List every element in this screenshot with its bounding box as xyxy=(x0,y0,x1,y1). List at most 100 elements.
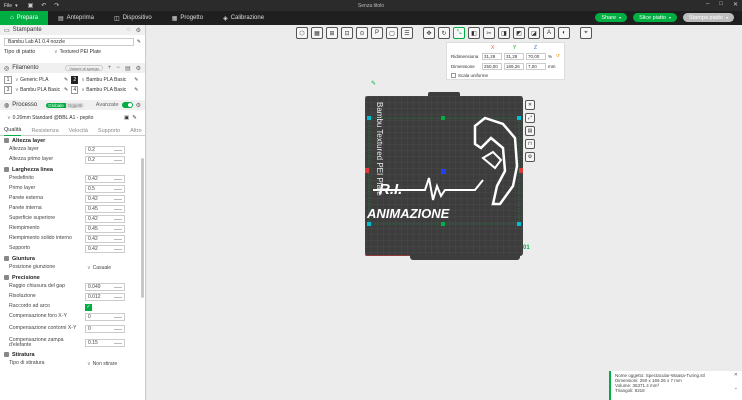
slice-button[interactable]: Slice piatto ▾ xyxy=(633,13,678,22)
printer-select[interactable]: Bambu Lab A1 0.4 nozzle xyxy=(4,38,134,46)
settings-icon[interactable]: ⚙ xyxy=(136,65,141,72)
arrange-icon[interactable]: ⊡ xyxy=(341,27,353,39)
setting-input[interactable]: 0 xyxy=(85,313,125,321)
lay-on-face-icon[interactable]: ◧ xyxy=(468,27,480,39)
save-preset-icon[interactable]: ▣ xyxy=(124,115,129,121)
mesh-boolean-icon[interactable]: ◨ xyxy=(498,27,510,39)
plate-settings-icon[interactable]: ⚙ xyxy=(525,152,535,162)
seam-position-select[interactable]: ∨ Casuale xyxy=(85,264,125,272)
filament-preset[interactable]: ∨ Bambu PLA Basic xyxy=(81,77,131,83)
object-info-panel: Nome oggetto: Spectacular-Waasa-Turing.s… xyxy=(609,371,742,400)
setting-input[interactable]: 0.15 xyxy=(85,339,125,347)
setting-input[interactable]: 0.45 xyxy=(85,225,125,233)
setting-input[interactable]: 0.42 xyxy=(85,245,125,253)
chevron-down-icon[interactable]: ⌄ xyxy=(734,386,738,391)
measure-icon[interactable]: ⌖ xyxy=(580,27,592,39)
setting-input[interactable]: 0.2 xyxy=(85,146,125,154)
uniform-scale-checkbox[interactable] xyxy=(451,73,456,78)
advanced-toggle[interactable] xyxy=(121,102,133,108)
filament-preset[interactable]: ∨ Bambu PLA Basic xyxy=(81,87,131,93)
purge-volumes-button[interactable]: Volumi di spurgo xyxy=(65,65,103,71)
edit-icon[interactable]: ✎ xyxy=(137,39,141,45)
dim-z-input[interactable]: 7,00 xyxy=(526,63,546,70)
remove-icon[interactable]: − xyxy=(116,65,120,71)
edit-icon[interactable]: ✎ xyxy=(64,87,68,93)
arrange-plate-icon[interactable]: ▤ xyxy=(525,126,535,136)
seam-paint-icon[interactable]: ◪ xyxy=(528,27,540,39)
scale-icon[interactable]: ⤡ xyxy=(453,27,465,39)
dim-y-input[interactable]: 169,26 xyxy=(504,63,524,70)
setting-input[interactable]: 0.42 xyxy=(85,175,125,183)
setting-input[interactable]: 0.5 xyxy=(85,185,125,193)
filament-name[interactable]: ∨ Generic PLA xyxy=(15,77,61,83)
tab-anteprima[interactable]: ▤ Anteprima xyxy=(48,11,104,25)
minimize-icon[interactable]: – xyxy=(706,1,709,8)
filament-name[interactable]: ∨ Bambu PLA Basic xyxy=(15,87,61,93)
ironing-type-select[interactable]: ∨ Non stirare xyxy=(85,360,125,368)
edit-icon[interactable]: ✎ xyxy=(132,115,137,121)
setting-input[interactable]: 0.42 xyxy=(85,235,125,243)
tab-calibrazione[interactable]: ◈ Calibrazione xyxy=(213,11,274,25)
setting-input[interactable]: 0.2 xyxy=(85,156,125,164)
tab-velocita[interactable]: Velocità xyxy=(69,126,88,136)
add-icon[interactable]: + xyxy=(108,65,112,71)
setting-input[interactable]: 0.42 xyxy=(85,195,125,203)
filament-swatch[interactable]: 2 xyxy=(71,76,79,84)
wifi-icon[interactable]: ◌ xyxy=(127,27,131,34)
process-preset-select[interactable]: ∨ 0.20mm Standard @BBL A1 - pepito xyxy=(4,114,121,122)
objects-toggle[interactable]: Oggetti xyxy=(65,102,85,108)
maximize-icon[interactable]: □ xyxy=(719,1,723,8)
print-button[interactable]: Stampa piatto ▾ xyxy=(683,13,734,22)
text-icon[interactable]: A xyxy=(543,27,555,39)
global-toggle[interactable]: Globale xyxy=(46,102,66,108)
move-icon[interactable]: ✥ xyxy=(423,27,435,39)
setting-input[interactable]: 0.049 xyxy=(85,283,125,291)
place-icon[interactable]: P xyxy=(371,27,383,39)
edit-plate-name-icon[interactable]: ✎ xyxy=(371,80,376,87)
add-object-icon[interactable]: ⬡ xyxy=(296,27,308,39)
list-icon[interactable]: ▤ xyxy=(125,65,131,72)
settings-icon[interactable]: ⚙ xyxy=(136,102,141,109)
layout-icon[interactable]: ▢ xyxy=(386,27,398,39)
close-icon[interactable]: ✕ xyxy=(734,373,738,378)
sidebar-scrollbar[interactable] xyxy=(141,158,144,298)
setting-input[interactable]: 0 xyxy=(85,325,125,333)
edit-icon[interactable]: ✎ xyxy=(64,77,68,83)
color-paint-icon[interactable]: ◐ xyxy=(558,27,570,39)
scale-z-input[interactable]: 70,00 xyxy=(526,53,546,60)
setting-input[interactable]: 0.45 xyxy=(85,205,125,213)
cut-icon[interactable]: ✂ xyxy=(483,27,495,39)
edit-icon[interactable]: ✎ xyxy=(134,77,138,83)
filament-swatch[interactable]: 4 xyxy=(71,86,79,94)
stack-icon[interactable]: ☰ xyxy=(401,27,413,39)
lock-icon[interactable]: ⊓ xyxy=(525,139,535,149)
dim-x-input[interactable]: 250,00 xyxy=(482,63,502,70)
reset-icon[interactable]: ↺ xyxy=(556,53,560,59)
tab-dispositivo[interactable]: ◫ Dispositivo xyxy=(104,11,162,25)
close-icon[interactable]: ✕ xyxy=(733,1,738,8)
setting-input[interactable]: 0.42 xyxy=(85,215,125,223)
rotate-icon[interactable]: ↻ xyxy=(438,27,450,39)
edit-icon[interactable]: ✎ xyxy=(134,87,138,93)
orient-plate-icon[interactable]: ⤢ xyxy=(525,113,535,123)
tab-supporto[interactable]: Supporto xyxy=(98,126,120,136)
grid-plate-icon[interactable]: ▦ xyxy=(311,27,323,39)
setting-input[interactable]: 0.012 xyxy=(85,293,125,301)
share-button[interactable]: Share ▾ xyxy=(595,13,628,22)
orient-icon[interactable]: ⊞ xyxy=(326,27,338,39)
auto-orient-icon[interactable]: ⊙ xyxy=(356,27,368,39)
support-paint-icon[interactable]: ◩ xyxy=(513,27,525,39)
arc-fitting-checkbox[interactable]: ✓ xyxy=(85,303,92,311)
settings-icon[interactable]: ⚙ xyxy=(136,27,141,34)
tab-prepara[interactable]: ⌂ Prepara xyxy=(0,11,48,25)
plate-type-select[interactable]: ∨ Textured PEI Plate xyxy=(54,48,138,56)
tab-qualita[interactable]: Qualità xyxy=(4,126,22,136)
tab-resistenza[interactable]: Resistenza xyxy=(31,126,58,136)
close-plate-icon[interactable]: ✕ xyxy=(525,100,535,110)
plate-number[interactable]: 01 xyxy=(523,245,530,251)
scale-x-input[interactable]: 31,28 xyxy=(482,53,502,60)
build-plate[interactable]: R.I. ANIMAZIONE Bambu Textured PEI Plate xyxy=(365,96,523,256)
tab-progetto[interactable]: ▦ Progetto xyxy=(162,11,213,25)
scale-y-input[interactable]: 31,28 xyxy=(504,53,524,60)
tab-altro[interactable]: Altro xyxy=(130,126,141,136)
